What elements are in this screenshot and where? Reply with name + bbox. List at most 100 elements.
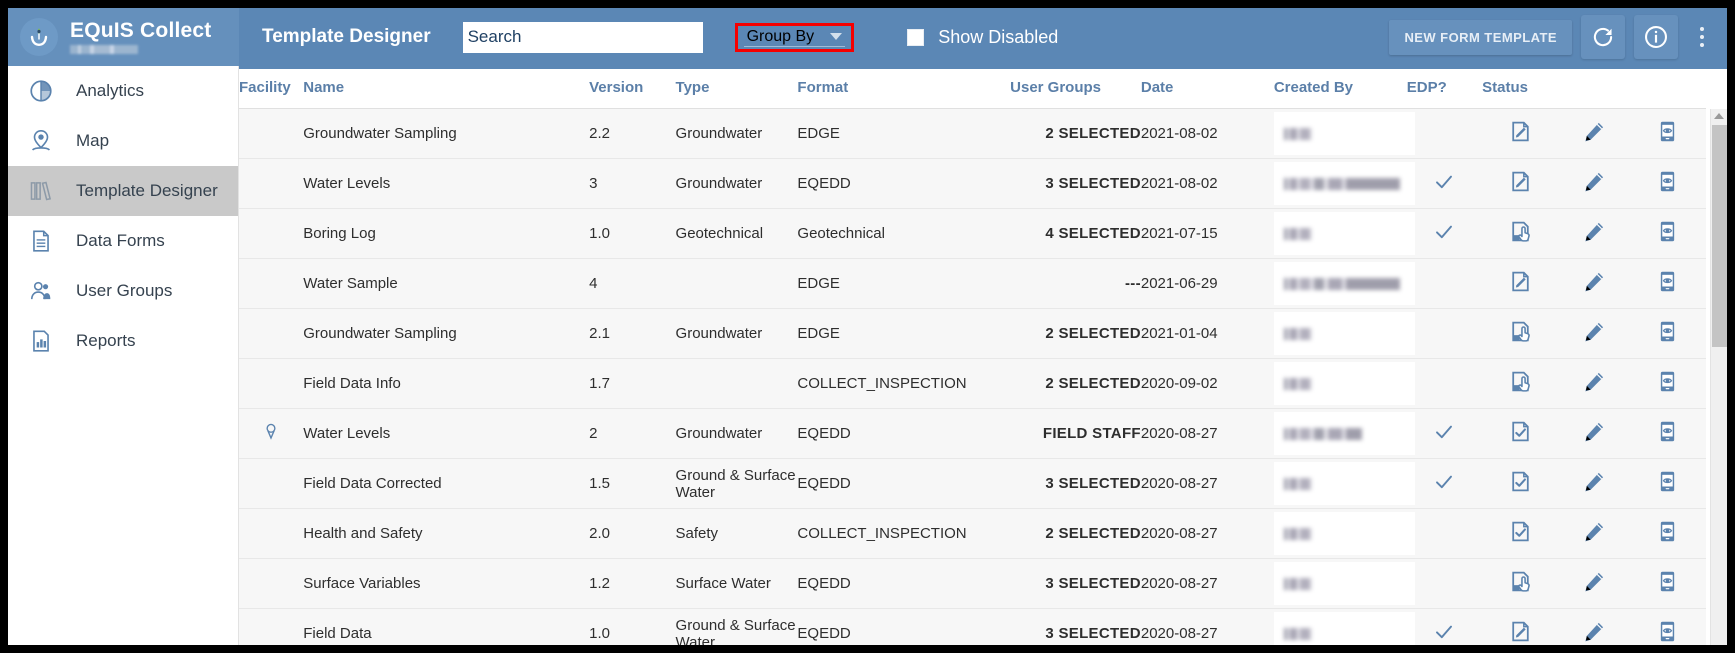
sidebar-item-template-designer[interactable]: Template Designer [8,166,238,216]
cell-edit-action[interactable] [1560,259,1629,309]
table-row[interactable]: Health and Safety2.0SafetyCOLLECT_INSPEC… [239,509,1706,559]
cell-view-action[interactable] [1628,609,1706,646]
cell-name[interactable]: Field Data [303,609,589,646]
cell-status[interactable] [1482,209,1560,259]
table-row[interactable]: Surface Variables1.2Surface WaterEQEDD3 … [239,559,1706,609]
search-input[interactable] [463,22,703,53]
cell-name[interactable]: Field Data Corrected [303,459,589,509]
cell-edit-action[interactable] [1560,409,1629,459]
cell-edit-action[interactable] [1560,459,1629,509]
cell-edit-action[interactable] [1560,609,1629,646]
cell-status[interactable] [1482,109,1560,159]
cell-format: EDGE [797,309,1010,359]
cell-name[interactable]: Groundwater Sampling [303,309,589,359]
sidebar-item-label: Analytics [76,81,144,101]
cell-name[interactable]: Field Data Info [303,359,589,409]
column-header-user-groups[interactable]: User Groups [1010,66,1141,109]
cell-view-action[interactable] [1628,359,1706,409]
info-button[interactable] [1634,15,1678,59]
column-header-created-by[interactable]: Created By [1274,66,1407,109]
cell-view-action[interactable] [1628,159,1706,209]
scrollbar-thumb[interactable] [1712,125,1727,347]
cell-user-groups: 4 SELECTED [1010,209,1141,259]
cell-view-action[interactable] [1628,509,1706,559]
sidebar-item-map[interactable]: Map [8,116,238,166]
refresh-button[interactable] [1581,15,1625,59]
column-header-edp[interactable]: EDP? [1407,66,1482,109]
cell-status[interactable] [1482,159,1560,209]
show-disabled-toggle[interactable]: Show Disabled [907,27,1058,48]
cell-view-action[interactable] [1628,109,1706,159]
cell-name[interactable]: Boring Log [303,209,589,259]
cell-view-action[interactable] [1628,409,1706,459]
cell-view-action[interactable] [1628,309,1706,359]
cell-name[interactable]: Groundwater Sampling [303,109,589,159]
show-disabled-checkbox[interactable] [907,29,924,46]
column-header-name[interactable]: Name [303,66,589,109]
cell-edit-action[interactable] [1560,159,1629,209]
cell-date: 2020-08-27 [1141,559,1274,609]
column-header-facility[interactable]: Facility [239,66,303,109]
table-row[interactable]: Boring Log1.0GeotechnicalGeotechnical4 S… [239,209,1706,259]
cell-status[interactable] [1482,509,1560,559]
sidebar-item-label: Map [76,131,109,151]
cell-date: 2020-08-27 [1141,459,1274,509]
cell-edit-action[interactable] [1560,359,1629,409]
cell-status[interactable] [1482,359,1560,409]
top-app-bar: EQuIS Collect Template Designer Group By… [8,8,1727,66]
cell-edit-action[interactable] [1560,109,1629,159]
cell-edp [1407,259,1482,309]
sidebar-item-reports[interactable]: Reports [8,316,238,366]
cell-date: 2021-06-29 [1141,259,1274,309]
kebab-menu-button[interactable] [1687,15,1717,59]
form-pencil-icon [1508,619,1533,644]
cell-view-action[interactable] [1628,209,1706,259]
cell-edit-action[interactable] [1560,509,1629,559]
table-row[interactable]: Groundwater Sampling2.2GroundwaterEDGE2 … [239,109,1706,159]
table-scrollbar[interactable] [1710,109,1727,645]
cell-name[interactable]: Surface Variables [303,559,589,609]
cell-name[interactable]: Water Levels [303,159,589,209]
sidebar-item-data-forms[interactable]: Data Forms [8,216,238,266]
group-by-dropdown[interactable]: Group By [735,23,855,52]
refresh-icon [1590,24,1616,50]
table-row[interactable]: Groundwater Sampling2.1GroundwaterEDGE2 … [239,309,1706,359]
sidebar-item-user-groups[interactable]: User Groups [8,266,238,316]
mobile-preview-icon [1655,219,1680,244]
table-row[interactable]: Field Data1.0Ground & Surface WaterEQEDD… [239,609,1706,646]
table-row[interactable]: Field Data Corrected1.5Ground & Surface … [239,459,1706,509]
scroll-up-arrow-icon[interactable] [1714,113,1724,119]
column-header-date[interactable]: Date [1141,66,1274,109]
cell-status[interactable] [1482,259,1560,309]
cell-status[interactable] [1482,459,1560,509]
cell-name[interactable]: Water Sample [303,259,589,309]
cell-edit-action[interactable] [1560,309,1629,359]
table-row[interactable]: Field Data Info1.7COLLECT_INSPECTION2 SE… [239,359,1706,409]
cell-status[interactable] [1482,309,1560,359]
sidebar-item-analytics[interactable]: Analytics [8,66,238,116]
brand-block[interactable]: EQuIS Collect [8,8,239,66]
cell-format: EQEDD [797,409,1010,459]
cell-edit-action[interactable] [1560,559,1629,609]
cell-status[interactable] [1482,559,1560,609]
cell-status[interactable] [1482,609,1560,646]
header-accent-rule [239,66,1727,69]
redacted-username [1284,478,1312,490]
pencil-icon [1581,519,1607,545]
redacted-username [1284,578,1312,590]
cell-status[interactable] [1482,409,1560,459]
column-header-type[interactable]: Type [676,66,798,109]
cell-view-action[interactable] [1628,559,1706,609]
cell-name[interactable]: Water Levels [303,409,589,459]
cell-edit-action[interactable] [1560,209,1629,259]
column-header-format[interactable]: Format [797,66,1010,109]
column-header-version[interactable]: Version [589,66,675,109]
table-row[interactable]: Water Levels3GroundwaterEQEDD3 SELECTED2… [239,159,1706,209]
cell-view-action[interactable] [1628,459,1706,509]
new-form-template-button[interactable]: NEW FORM TEMPLATE [1389,20,1572,55]
cell-view-action[interactable] [1628,259,1706,309]
cell-name[interactable]: Health and Safety [303,509,589,559]
table-row[interactable]: Water Sample4EDGE---2021-06-29 [239,259,1706,309]
table-row[interactable]: Water Levels2GroundwaterEQEDDFIELD STAFF… [239,409,1706,459]
column-header-status[interactable]: Status [1482,66,1560,109]
